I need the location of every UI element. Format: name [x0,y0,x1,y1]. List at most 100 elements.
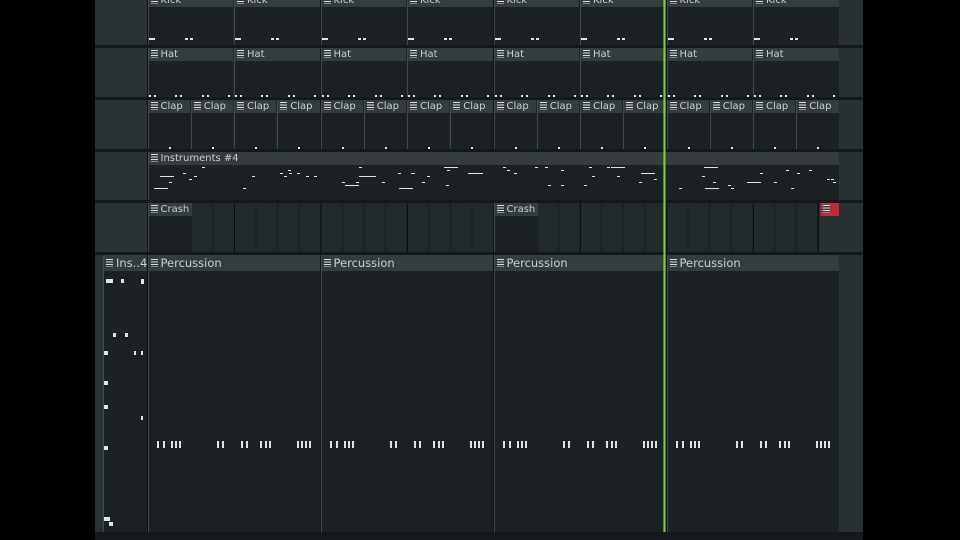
clip-menu-icon[interactable] [323,259,331,267]
clip-header[interactable]: Clap [581,100,623,113]
clip-header[interactable]: Kick [667,0,752,7]
clip-percussion[interactable]: Percussion [666,255,839,532]
clip-kick[interactable]: Kick [234,0,320,45]
clip-kick[interactable]: Kick [407,0,493,45]
clip-kick[interactable]: Kick [580,0,666,45]
clip-header[interactable]: Hat [321,48,406,61]
clip-menu-icon[interactable] [366,102,374,110]
clip-menu-icon[interactable] [193,102,201,110]
clip-ins4[interactable]: Ins..4 [103,255,147,532]
clip-clap[interactable]: Clap [796,100,839,149]
clip-clap[interactable]: Clap [363,100,406,149]
clip-header[interactable]: Clap [710,100,752,113]
clip-menu-icon[interactable] [799,102,807,110]
clip-clap[interactable]: Clap [666,100,709,149]
clip-clap[interactable]: Clap [493,100,536,149]
clip-clap[interactable]: Clap [320,100,363,149]
clip-header[interactable]: Clap [797,100,839,113]
clip-red-marker[interactable] [820,203,839,216]
clip-clap[interactable]: Clap [147,100,190,149]
clip-menu-icon[interactable] [410,50,417,58]
clip-header[interactable]: Clap [537,100,579,113]
clip-menu-icon[interactable] [237,102,244,110]
clip-menu-icon[interactable] [496,259,504,267]
clip-hat[interactable]: Hat [234,48,320,97]
clip-menu-icon[interactable] [237,50,244,58]
clip-menu-icon[interactable] [583,50,590,58]
clip-header[interactable]: Hat [408,48,493,61]
clip-hat[interactable]: Hat [320,48,406,97]
clip-hat[interactable]: Hat [147,48,233,97]
clip-hat[interactable]: Hat [407,48,493,97]
clip-header[interactable]: Clap [235,100,277,113]
clip-header[interactable]: Clap [624,100,666,113]
clip-header[interactable]: Crash [494,203,538,216]
clip-menu-icon[interactable] [150,205,158,213]
clip-menu-icon[interactable] [756,0,763,4]
clip-crash[interactable]: Crash [493,203,538,252]
clip-menu-icon[interactable] [410,0,417,4]
clip-header[interactable]: Clap [494,100,536,113]
clip-header[interactable]: Hat [754,48,839,61]
clip-menu-icon[interactable] [539,102,547,110]
clip-menu-icon[interactable] [823,205,830,213]
clip-clap[interactable]: Clap [277,100,320,149]
clip-menu-icon[interactable] [150,0,158,4]
clip-hat[interactable]: Hat [666,48,752,97]
clip-hat[interactable]: Hat [580,48,666,97]
clip-header[interactable]: Clap [667,100,709,113]
clip-header[interactable]: Kick [321,0,406,7]
clip-kick[interactable]: Kick [320,0,406,45]
clip-clap[interactable]: Clap [407,100,450,149]
clip-kick[interactable]: Kick [147,0,233,45]
clip-percussion[interactable]: Percussion [147,255,320,532]
clip-clap[interactable]: Clap [190,100,233,149]
clip-menu-icon[interactable] [150,154,158,162]
clip-clap[interactable]: Clap [450,100,493,149]
clip-menu-icon[interactable] [756,50,763,58]
clip-menu-icon[interactable] [106,259,113,267]
clip-header[interactable]: Kick [581,0,666,7]
clip-header[interactable]: Percussion [148,255,320,271]
clip-header[interactable]: Ins..4 [104,255,147,271]
clip-menu-icon[interactable] [496,102,504,110]
clip-kick[interactable]: Kick [666,0,752,45]
clip-menu-icon[interactable] [496,0,504,4]
clip-menu-icon[interactable] [496,205,504,213]
clip-percussion[interactable]: Percussion [493,255,666,532]
clip-header[interactable]: Hat [148,48,233,61]
clip-header[interactable]: Percussion [667,255,839,271]
clip-menu-icon[interactable] [626,102,634,110]
clip-menu-icon[interactable] [583,102,590,110]
clip-header[interactable]: Clap [451,100,493,113]
clip-header[interactable]: Hat [494,48,579,61]
clip-header[interactable]: Clap [364,100,406,113]
playhead-marker[interactable] [663,0,666,540]
playlist-area[interactable]: Kick Kick Kick Kick Kick Kick Kick Kick Hat Hat Ha… [95,0,863,540]
clip-kick[interactable]: Kick [493,0,579,45]
clip-clap[interactable]: Clap [536,100,579,149]
clip-header[interactable]: Kick [235,0,320,7]
horizontal-scrollbar[interactable] [95,532,863,540]
clip-clap[interactable]: Clap [709,100,752,149]
clip-header[interactable]: Clap [278,100,320,113]
clip-percussion[interactable]: Percussion [320,255,493,532]
clip-menu-icon[interactable] [712,102,720,110]
clip-menu-icon[interactable] [496,50,504,58]
clip-clap[interactable]: Clap [753,100,796,149]
clip-clap[interactable]: Clap [623,100,666,149]
clip-menu-icon[interactable] [237,0,244,4]
clip-header[interactable]: Clap [191,100,233,113]
clip-menu-icon[interactable] [150,259,158,267]
clip-header[interactable]: Kick [408,0,493,7]
clip-menu-icon[interactable] [583,0,590,4]
clip-menu-icon[interactable] [323,50,331,58]
clip-header[interactable] [821,203,839,216]
clip-header[interactable]: Hat [667,48,752,61]
clip-menu-icon[interactable] [669,259,677,267]
clip-menu-icon[interactable] [150,50,158,58]
clip-header[interactable]: Kick [754,0,839,7]
clip-header[interactable]: Clap [754,100,796,113]
clip-header[interactable]: Clap [321,100,363,113]
clip-menu-icon[interactable] [150,102,158,110]
